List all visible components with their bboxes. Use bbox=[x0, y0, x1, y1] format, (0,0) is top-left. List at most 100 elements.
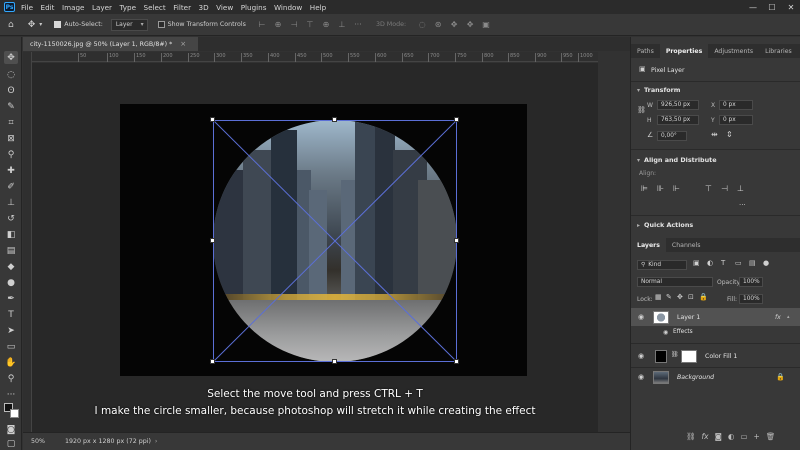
link-layers-icon[interactable]: ⛓ bbox=[686, 432, 696, 441]
frame-tool-icon[interactable]: ⊠ bbox=[4, 132, 18, 145]
quick-mask-icon[interactable]: ◙ bbox=[4, 423, 18, 436]
dodge-tool-icon[interactable]: ● bbox=[4, 276, 18, 289]
horizontal-ruler[interactable]: 50 100 150 200 250 300 350 400 450 500 5… bbox=[32, 52, 598, 62]
zoom-tool-icon[interactable]: ⚲ bbox=[4, 372, 18, 385]
close-tab-icon[interactable]: × bbox=[180, 40, 186, 48]
align-center-icon[interactable]: ⊕ bbox=[273, 20, 283, 30]
flip-vertical-icon[interactable]: ⇕ bbox=[726, 130, 733, 139]
tab-channels[interactable]: Channels bbox=[666, 238, 707, 252]
menu-filter[interactable]: Filter bbox=[173, 3, 191, 12]
lock-icon[interactable]: 🔒 bbox=[776, 373, 785, 381]
quick-selection-tool-icon[interactable]: ✎ bbox=[4, 100, 18, 113]
filter-smart-object-icon[interactable]: ▤ bbox=[749, 259, 756, 267]
align-left-icon[interactable]: ⊢ bbox=[257, 20, 267, 30]
new-layer-icon[interactable]: + bbox=[754, 432, 760, 441]
3d-pan-icon[interactable]: ✥ bbox=[449, 20, 459, 30]
lock-image-icon[interactable]: ✎ bbox=[666, 293, 672, 301]
menu-layer[interactable]: Layer bbox=[92, 3, 112, 12]
layer-filter-kind[interactable]: ⚲ Kind bbox=[637, 260, 687, 270]
menu-file[interactable]: File bbox=[21, 3, 33, 12]
align-section-header[interactable]: ▾ Align and Distribute bbox=[637, 156, 717, 164]
clone-stamp-tool-icon[interactable]: ⊥ bbox=[4, 196, 18, 209]
3d-roll-icon[interactable]: ⊛ bbox=[433, 20, 443, 30]
lock-all-icon[interactable]: 🔒 bbox=[699, 293, 708, 301]
chevron-right-icon[interactable]: › bbox=[155, 438, 158, 445]
y-field[interactable]: 0 px bbox=[719, 115, 753, 125]
layer-row-color-fill-1[interactable]: ◉ ⛓ Color Fill 1 bbox=[631, 347, 800, 365]
align-top-icon[interactable]: ⊤ bbox=[305, 20, 315, 30]
align-right-edges-icon[interactable]: ⊩ bbox=[673, 184, 680, 193]
type-tool-icon[interactable]: T bbox=[4, 308, 18, 321]
add-mask-icon[interactable]: ◙ bbox=[715, 432, 722, 441]
eraser-tool-icon[interactable]: ◧ bbox=[4, 228, 18, 241]
opacity-field[interactable]: 100% bbox=[739, 277, 763, 287]
menu-image[interactable]: Image bbox=[62, 3, 85, 12]
visibility-eye-icon[interactable]: ◉ bbox=[638, 352, 644, 360]
transform-section-header[interactable]: ▾ Transform bbox=[637, 86, 680, 94]
filter-toggle-icon[interactable]: ● bbox=[763, 259, 769, 267]
align-right-icon[interactable]: ⊣ bbox=[289, 20, 299, 30]
layer-name[interactable]: Background bbox=[677, 374, 714, 381]
lock-artboard-icon[interactable]: ⊡ bbox=[688, 293, 694, 301]
background-color-swatch[interactable] bbox=[10, 409, 19, 418]
marquee-tool-icon[interactable]: ◌ bbox=[4, 68, 18, 81]
tab-adjustments[interactable]: Adjustments bbox=[708, 44, 759, 58]
fill-field[interactable]: 100% bbox=[739, 294, 763, 304]
align-horizontal-centers-icon[interactable]: ⊪ bbox=[657, 184, 664, 193]
minimize-icon[interactable]: — bbox=[744, 0, 762, 14]
visibility-eye-icon[interactable]: ◉ bbox=[638, 313, 644, 321]
more-tools-icon[interactable]: ··· bbox=[4, 388, 18, 401]
hand-tool-icon[interactable]: ✋ bbox=[4, 356, 18, 369]
crop-tool-icon[interactable]: ⌗ bbox=[4, 116, 18, 129]
layer-effects-row[interactable]: ◉ Effects bbox=[631, 326, 800, 338]
auto-select-checkbox[interactable]: Auto-Select: bbox=[54, 21, 103, 28]
pen-tool-icon[interactable]: ✒ bbox=[4, 292, 18, 305]
close-window-icon[interactable]: ✕ bbox=[782, 0, 800, 14]
zoom-level-field[interactable]: 50% bbox=[31, 438, 55, 445]
move-tool-icon[interactable]: ✥ bbox=[28, 20, 36, 30]
tab-paths[interactable]: Paths bbox=[631, 44, 660, 58]
3d-orbit-icon[interactable]: ◌ bbox=[417, 20, 427, 30]
transform-handle-bottom-left[interactable] bbox=[210, 359, 215, 364]
effects-eye-icon[interactable]: ◉ bbox=[663, 329, 668, 336]
filter-type-icon[interactable]: T bbox=[721, 259, 725, 267]
height-field[interactable]: 763,50 px bbox=[657, 115, 699, 125]
filter-pixel-icon[interactable]: ▣ bbox=[693, 259, 700, 267]
flip-horizontal-icon[interactable]: ⇹ bbox=[711, 130, 718, 139]
tab-layers[interactable]: Layers bbox=[631, 238, 666, 252]
screen-mode-icon[interactable]: ▢ bbox=[4, 437, 18, 450]
align-bottom-icon[interactable]: ⊥ bbox=[337, 20, 347, 30]
chevron-down-icon[interactable]: ▴ bbox=[787, 314, 790, 320]
show-transform-checkbox[interactable]: Show Transform Controls bbox=[157, 21, 246, 28]
menu-help[interactable]: Help bbox=[310, 3, 326, 12]
layer-name[interactable]: Layer 1 bbox=[677, 314, 700, 321]
menu-window[interactable]: Window bbox=[274, 3, 302, 12]
show-transform-check-box[interactable] bbox=[157, 21, 165, 28]
vertical-ruler[interactable] bbox=[23, 52, 32, 432]
transform-handle-top-center[interactable] bbox=[332, 117, 337, 122]
transform-handle-middle-right[interactable] bbox=[454, 238, 459, 243]
align-left-edges-icon[interactable]: ⊫ bbox=[641, 184, 648, 193]
chevron-down-icon[interactable]: ▾ bbox=[39, 21, 42, 28]
trash-icon[interactable]: 🗑 bbox=[766, 432, 776, 441]
width-field[interactable]: 926,50 px bbox=[657, 100, 699, 110]
align-middle-icon[interactable]: ⊕ bbox=[321, 20, 331, 30]
layer-row-layer-1[interactable]: ◉ Layer 1 fx ▴ bbox=[631, 308, 800, 326]
more-options-icon[interactable]: ··· bbox=[353, 20, 363, 30]
transform-handle-top-right[interactable] bbox=[454, 117, 459, 122]
layer-name[interactable]: Color Fill 1 bbox=[705, 353, 737, 360]
healing-brush-tool-icon[interactable]: ✚ bbox=[4, 164, 18, 177]
shape-tool-icon[interactable]: ▭ bbox=[4, 340, 18, 353]
layer-row-background[interactable]: ◉ Background 🔒 bbox=[631, 368, 800, 386]
menu-edit[interactable]: Edit bbox=[41, 3, 55, 12]
menu-3d[interactable]: 3D bbox=[199, 3, 209, 12]
adjustment-layer-icon[interactable]: ◐ bbox=[728, 432, 735, 441]
3d-slide-icon[interactable]: ✥ bbox=[465, 20, 475, 30]
align-top-edges-icon[interactable]: ⊤ bbox=[705, 184, 712, 193]
menu-plugins[interactable]: Plugins bbox=[241, 3, 267, 12]
history-brush-tool-icon[interactable]: ↺ bbox=[4, 212, 18, 225]
lasso-tool-icon[interactable]: ʘ bbox=[4, 84, 18, 97]
auto-select-check-mark[interactable] bbox=[54, 21, 62, 28]
add-layer-style-icon[interactable]: fx bbox=[702, 432, 709, 441]
angle-field[interactable]: 0,00° bbox=[657, 131, 687, 141]
